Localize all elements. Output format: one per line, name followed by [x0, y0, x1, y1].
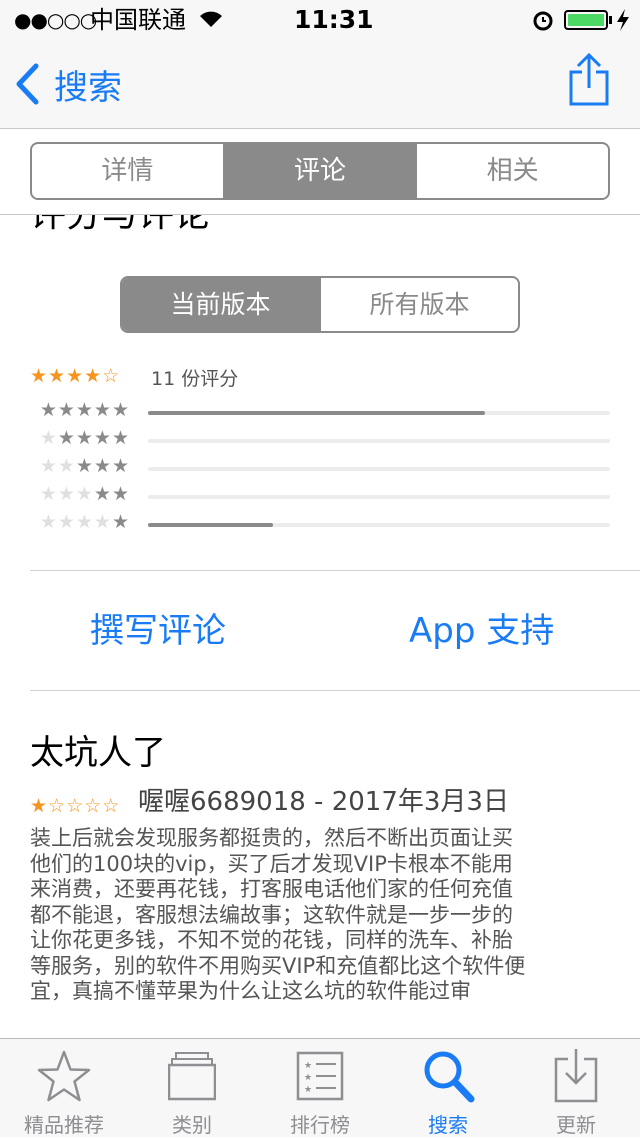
review-author-date: 喔喔6689018 - 2017年3月3日 [138, 787, 509, 817]
back-button[interactable]: 搜索 [14, 60, 122, 108]
histogram-bar-fill [148, 411, 486, 415]
divider [30, 690, 640, 691]
detail-segmented-control: 详情 评论 相关 [30, 142, 610, 200]
tab-current-version[interactable]: 当前版本 [122, 278, 319, 331]
charging-icon [617, 9, 629, 31]
carrier-name: 中国联通 [90, 6, 186, 34]
clock: 11:31 [294, 5, 374, 34]
star-icon [37, 1050, 91, 1102]
divider [30, 570, 640, 571]
review-content: 评分与评论 当前版本 所有版本 ★★★★☆ 11 份评分 ★★★★★★★★★★★… [0, 215, 640, 1038]
filled-stars: ★★★ [75, 455, 130, 477]
battery-icon [564, 10, 608, 30]
tab-all-versions[interactable]: 所有版本 [319, 278, 518, 331]
empty-stars: ★★★★ [39, 511, 112, 533]
tab-featured[interactable]: 精品推荐 [0, 1039, 128, 1137]
filled-stars: ★ [111, 511, 130, 533]
empty-stars: ★ [39, 427, 58, 449]
share-icon [569, 52, 609, 106]
app-support-button[interactable]: App 支持 [409, 603, 554, 652]
histogram-stars: ★★★★★ [30, 511, 130, 533]
version-segmented-control: 当前版本 所有版本 [120, 276, 520, 333]
section-title: 评分与评论 [30, 215, 210, 237]
review-line: 让你花更多钱，不知不觉的花钱，同样的洗车、补胎 [30, 928, 513, 952]
filled-stars: ★★★★★ [39, 399, 130, 421]
histogram-stars: ★★★★★ [30, 455, 130, 477]
updates-icon [554, 1049, 598, 1103]
tab-details[interactable]: 详情 [32, 144, 223, 198]
list-icon: ★ ★ ★ [296, 1051, 344, 1101]
status-bar: ●●○○○ 中国联通 11:31 [0, 0, 640, 40]
navigation-bar: 搜索 [0, 40, 640, 129]
wifi-icon [200, 11, 222, 27]
rating-count: 11 份评分 [151, 368, 239, 390]
histogram-bar [148, 467, 610, 471]
histogram-stars: ★★★★★ [30, 427, 130, 449]
filled-stars: ★★★★ [57, 427, 130, 449]
svg-text:★: ★ [304, 1085, 312, 1095]
review-line: 他们的100块的vip，买了后才发现VIP卡根本不能用 [30, 851, 513, 876]
share-button[interactable] [568, 52, 610, 106]
tab-bar: 精品推荐 类别 ★ ★ ★ 排行榜 搜索 更新 [0, 1038, 640, 1137]
tab-related[interactable]: 相关 [415, 144, 608, 198]
alarm-icon [533, 11, 553, 31]
tab-label: 类别 [172, 1113, 212, 1137]
histogram-stars: ★★★★★ [30, 399, 130, 421]
filled-stars: ★★ [93, 483, 130, 505]
review-title: 太坑人了 [30, 733, 166, 773]
tab-label: 排行榜 [290, 1113, 350, 1137]
signal-strength: ●●○○○ [14, 8, 97, 32]
svg-text:★: ★ [304, 1073, 312, 1083]
histogram-bar [148, 523, 610, 527]
review-line: 都不能退，客服想法编故事；这软件就是一步一步的 [30, 902, 513, 927]
tab-categories[interactable]: 类别 [128, 1039, 256, 1137]
average-rating-stars: ★★★★☆ [30, 365, 121, 387]
empty-stars: ★★ [39, 455, 76, 477]
tab-label: 搜索 [428, 1113, 468, 1137]
tab-search[interactable]: 搜索 [384, 1039, 512, 1137]
svg-text:★: ★ [304, 1061, 312, 1071]
tab-label: 精品推荐 [24, 1113, 104, 1137]
review-stars: ★☆☆☆☆ [30, 795, 121, 817]
back-label: 搜索 [54, 67, 122, 108]
chevron-left-icon [16, 63, 39, 105]
battery-tip [609, 16, 612, 24]
histogram-bar [148, 411, 610, 415]
write-review-button[interactable]: 撰写评论 [90, 603, 226, 652]
histogram-bar [148, 495, 610, 499]
review-line: 来消费，还要再花钱，打客服电话他们家的任何充值 [30, 877, 513, 901]
review-line: 装上后就会发现服务都挺贵的，然后不断出页面让买 [30, 826, 513, 850]
histogram-bar [148, 439, 610, 443]
tab-updates[interactable]: 更新 [512, 1039, 640, 1137]
review-body: 装上后就会发现服务都挺贵的，然后不断出页面让买 他们的100块的vip，买了后才… [30, 826, 630, 1005]
tab-label: 更新 [556, 1113, 596, 1137]
review-line: 宜，真搞不懂苹果为什么让这么坑的软件能过审 [30, 979, 471, 1003]
review-line: 等服务，别的软件不用购买VIP和充值都比这个软件便 [30, 953, 526, 978]
histogram-stars: ★★★★★ [30, 483, 130, 505]
empty-stars: ★★★ [39, 483, 94, 505]
tab-reviews[interactable]: 评论 [222, 144, 416, 198]
categories-icon [168, 1052, 216, 1101]
histogram-bar-fill [148, 523, 273, 527]
tab-top-charts[interactable]: ★ ★ ★ 排行榜 [256, 1039, 384, 1137]
search-icon [424, 1051, 475, 1103]
